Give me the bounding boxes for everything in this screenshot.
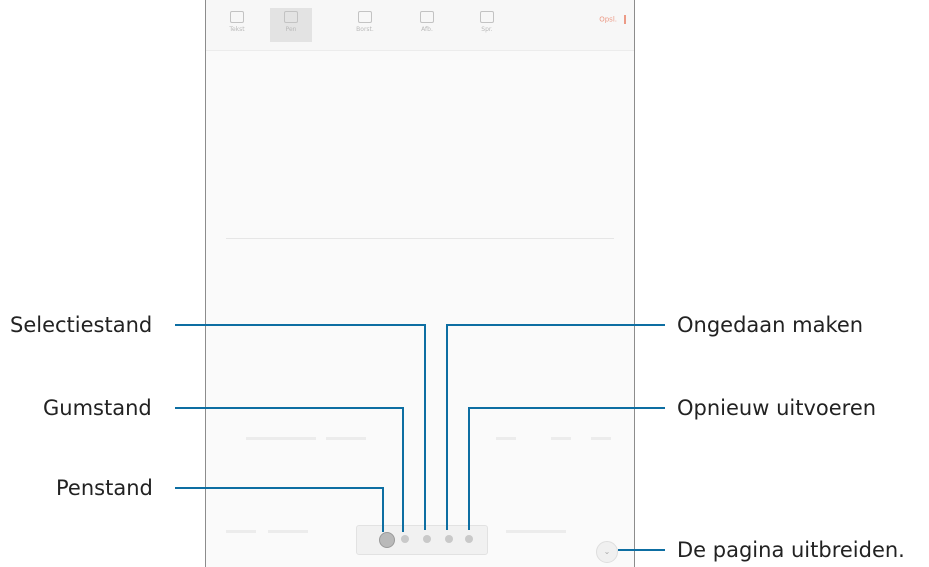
callout-line-penstand xyxy=(175,487,384,532)
label-pagina-uitbreiden: De pagina uitbreiden. xyxy=(677,538,905,562)
callout-line-gumstand xyxy=(175,407,404,532)
label-selectiestand: Selectiestand xyxy=(10,313,153,337)
callout-line-opnieuw-uitvoeren xyxy=(468,407,665,530)
label-gumstand: Gumstand xyxy=(43,396,152,420)
label-penstand: Penstand xyxy=(56,476,153,500)
label-opnieuw-uitvoeren: Opnieuw uitvoeren xyxy=(677,396,877,420)
callout-line-ongedaan-maken xyxy=(446,324,665,530)
label-ongedaan-maken: Ongedaan maken xyxy=(677,313,864,337)
callout-line-selectiestand xyxy=(175,324,426,530)
